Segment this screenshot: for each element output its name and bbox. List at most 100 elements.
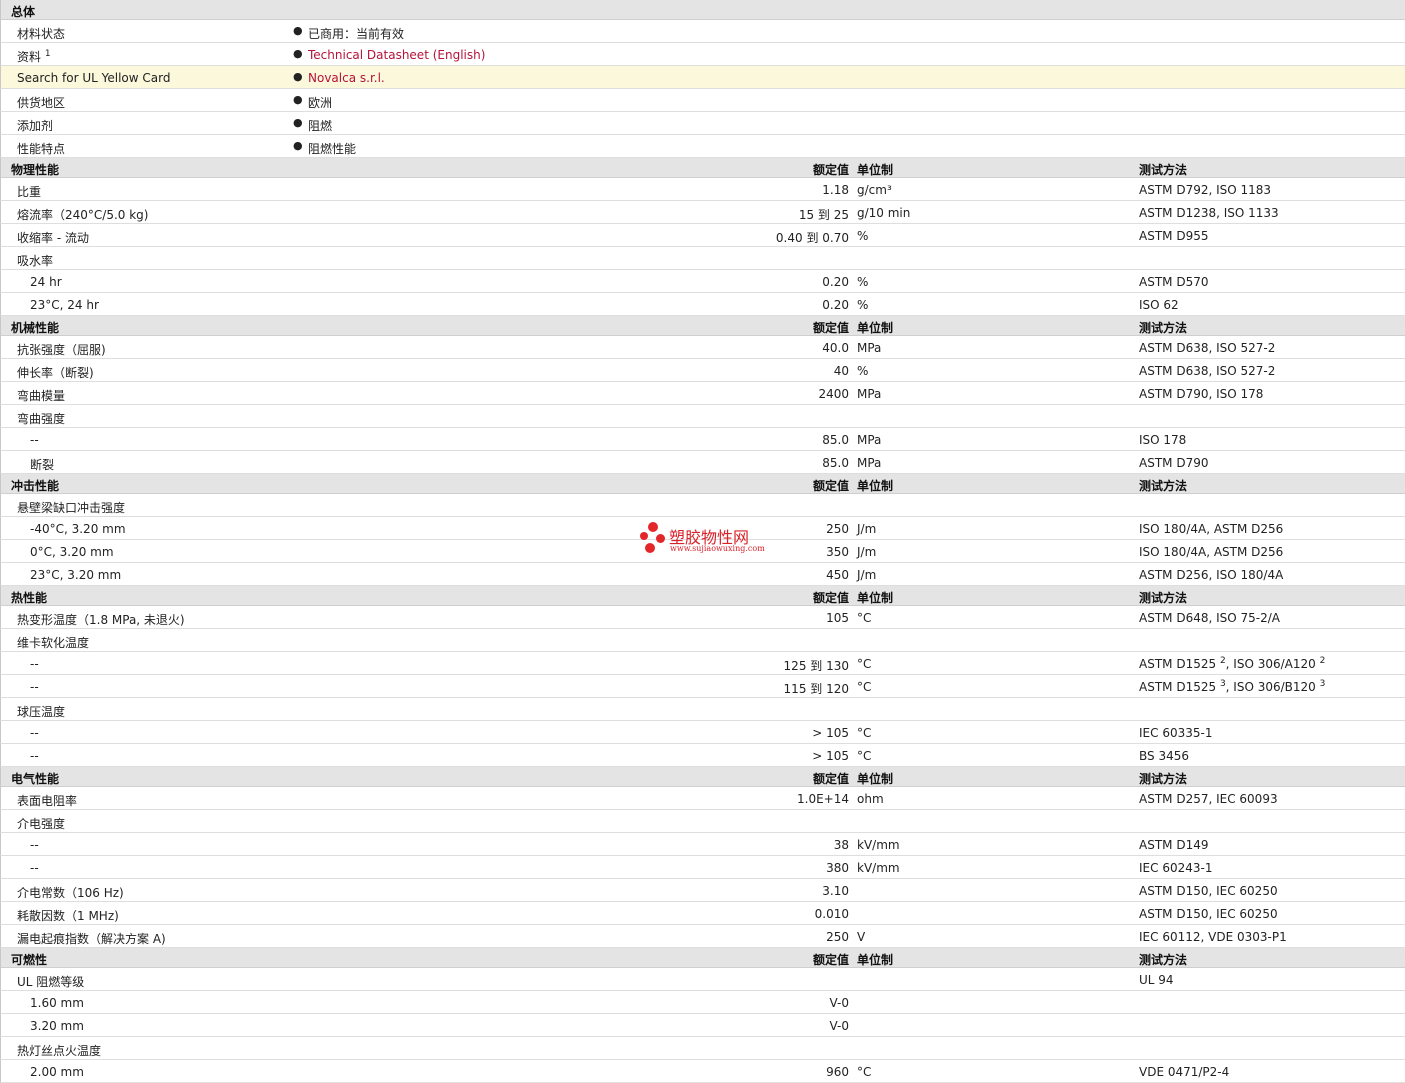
- column-header-unit: 单位制: [857, 321, 894, 335]
- nominal-value: 40: [833, 364, 849, 378]
- test-method-text: ASTM D638, ISO 527-2: [1139, 341, 1276, 355]
- value-link[interactable]: Novalca s.r.l.: [308, 71, 385, 85]
- unit-label: g/10 min: [857, 206, 911, 220]
- property-label: 断裂: [30, 458, 55, 472]
- test-method-text: ISO 180/4A, ASTM D256: [1139, 545, 1284, 559]
- nominal-value: 1.0E+14: [797, 792, 849, 806]
- value-link[interactable]: Technical Datasheet (English): [308, 48, 485, 62]
- general-row: Search for UL Yellow Card ● Novalca s.r.l.: [0, 66, 1405, 89]
- property-label: 漏电起痕指数（解决方案 A): [17, 932, 166, 946]
- test-method: ASTM D1525 2, ISO 306/A120 2: [1139, 656, 1325, 671]
- property-label[interactable]: Search for UL Yellow Card: [17, 71, 170, 85]
- property-label: 维卡软化温度: [17, 636, 90, 650]
- test-method: ASTM D1238, ISO 1133: [1139, 206, 1279, 220]
- test-method: VDE 0471/P2-4: [1139, 1065, 1229, 1079]
- section-header: 物理性能 额定值 单位制 测试方法: [0, 158, 1405, 178]
- test-method-text: IEC 60335-1: [1139, 726, 1213, 740]
- property-label: --: [30, 680, 39, 694]
- test-method-text: IEC 60112, VDE 0303-P1: [1139, 930, 1287, 944]
- table-row: 维卡软化温度: [0, 629, 1405, 652]
- table-row: -- 125 到 130 °C ASTM D1525 2, ISO 306/A120 …: [0, 652, 1405, 675]
- test-method-text: ASTM D1525: [1139, 657, 1217, 671]
- unit-label: °C: [857, 749, 872, 763]
- test-method: ISO 180/4A, ASTM D256: [1139, 522, 1283, 536]
- property-label: 收缩率 - 流动: [17, 231, 89, 245]
- property-value: 欧洲: [308, 96, 333, 110]
- property-label-text: 材料状态: [17, 27, 66, 41]
- column-header-unit: 单位制: [857, 591, 894, 605]
- column-header-value: 额定值: [812, 479, 849, 493]
- table-row: -- 380 kV/mm IEC 60243-1: [0, 856, 1405, 879]
- property-label: 24 hr: [30, 275, 62, 289]
- column-header-method: 测试方法: [1139, 953, 1188, 967]
- bullet-icon: ●: [293, 47, 303, 60]
- unit-label: %: [857, 364, 869, 378]
- table-row: 23°C, 24 hr 0.20% ISO 62: [0, 293, 1405, 316]
- section-header: 电气性能 额定值 单位制 测试方法: [0, 767, 1405, 787]
- nominal-value: 85.0: [822, 433, 849, 447]
- property-label: 23°C, 3.20 mm: [30, 568, 122, 582]
- column-header-value: 额定值: [812, 163, 849, 177]
- unit-label: J/m: [857, 522, 877, 536]
- general-row: 供货地区 ● 欧洲: [0, 89, 1405, 112]
- footnote-marker: 3: [1319, 679, 1326, 689]
- table-row: 漏电起痕指数（解决方案 A) 250 V IEC 60112, VDE 0303-P1: [0, 925, 1405, 948]
- test-method-text: ISO 180/4A, ASTM D256: [1139, 522, 1284, 536]
- property-label: --: [30, 749, 39, 763]
- property-label: 添加剂: [17, 117, 53, 134]
- test-method: IEC 60112, VDE 0303-P1: [1139, 930, 1287, 944]
- test-method: ASTM D257, IEC 60093: [1139, 792, 1278, 806]
- test-method: BS 3456: [1139, 749, 1189, 763]
- table-row: 23°C, 3.20 mm 450 J/m ASTM D256, ISO 180/4A: [0, 563, 1405, 586]
- section-header: 可燃性 额定值 单位制 测试方法: [0, 948, 1405, 968]
- column-header-method: 测试方法: [1139, 479, 1188, 493]
- property-value: 阻燃性能: [308, 142, 357, 156]
- column-header-unit: 单位制: [857, 772, 894, 786]
- table-row: 比重 1.18 g/cm³ ASTM D792, ISO 1183: [0, 178, 1405, 201]
- table-row: 收缩率 - 流动 0.40 到 0.70% ASTM D955: [0, 224, 1405, 247]
- test-method: ASTM D790: [1139, 456, 1208, 470]
- property-label: 熔流率（240°C/5.0 kg): [17, 208, 149, 222]
- section-header-general: 总体: [0, 0, 1405, 20]
- property-label: UL 阻燃等级: [17, 975, 85, 989]
- property-label: --: [30, 657, 39, 671]
- section-title: 电气性能: [11, 772, 60, 786]
- table-row: 介电常数（106 Hz) 3.10 ASTM D150, IEC 60250: [0, 879, 1405, 902]
- test-method-text: ASTM D648, ISO 75-2/A: [1139, 611, 1280, 625]
- table-row: 耗散因数（1 MHz) 0.010 ASTM D150, IEC 60250: [0, 902, 1405, 925]
- nominal-value: 0.20: [822, 298, 849, 312]
- table-row: -- 115 到 120 °C ASTM D1525 3, ISO 306/B120 …: [0, 675, 1405, 698]
- nominal-value: 105: [826, 611, 849, 625]
- column-header-unit: 单位制: [857, 479, 894, 493]
- unit-label: MPa: [857, 387, 882, 401]
- test-method-text: ASTM D149: [1139, 838, 1209, 852]
- property-label: 伸长率（断裂): [17, 366, 94, 380]
- property-label: 0°C, 3.20 mm: [30, 545, 114, 559]
- test-method: ISO 62: [1139, 298, 1179, 312]
- column-header-method: 测试方法: [1139, 321, 1188, 335]
- property-label: 热灯丝点火温度: [17, 1044, 102, 1058]
- test-method: ASTM D150, IEC 60250: [1139, 907, 1278, 921]
- unit-label: J/m: [857, 545, 877, 559]
- unit-label: V: [857, 930, 866, 944]
- property-label: 资料 1: [17, 48, 51, 65]
- test-method: ASTM D570: [1139, 275, 1208, 289]
- test-method-text: ASTM D1525: [1139, 680, 1217, 694]
- unit-label: kV/mm: [857, 838, 900, 852]
- property-label-text: 添加剂: [17, 119, 54, 133]
- column-header-method: 测试方法: [1139, 591, 1188, 605]
- unit-label: °C: [857, 611, 872, 625]
- unit-label: °C: [857, 1065, 872, 1079]
- property-label: 弯曲模量: [17, 389, 66, 403]
- test-method-text: ASTM D150, IEC 60250: [1139, 907, 1278, 921]
- test-method-text: , ISO 306/A120: [1225, 657, 1316, 671]
- test-method: ASTM D638, ISO 527-2: [1139, 364, 1275, 378]
- table-row: 介电强度: [0, 810, 1405, 833]
- unit-label: kV/mm: [857, 861, 900, 875]
- property-label: 23°C, 24 hr: [30, 298, 99, 312]
- bullet-icon: ●: [293, 93, 303, 106]
- nominal-value: 2400: [818, 387, 849, 401]
- nominal-value: 38: [833, 838, 849, 852]
- table-row: 伸长率（断裂) 40% ASTM D638, ISO 527-2: [0, 359, 1405, 382]
- property-label: --: [30, 726, 39, 740]
